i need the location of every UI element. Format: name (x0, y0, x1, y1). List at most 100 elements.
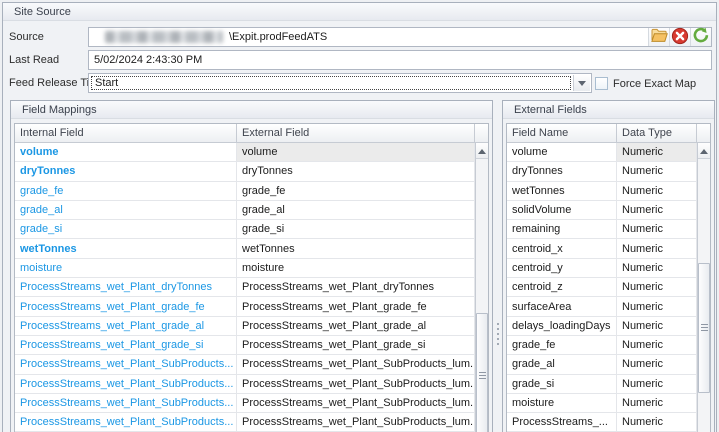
combobox-dropdown-button[interactable] (573, 75, 590, 91)
data-type-cell[interactable]: Numeric (617, 200, 697, 220)
scroll-up-button[interactable] (698, 143, 710, 159)
internal-field-cell[interactable]: dryTonnes (15, 162, 237, 181)
field-mappings-scrollbar[interactable] (475, 143, 488, 432)
data-type-cell[interactable]: Numeric (617, 181, 697, 200)
field-name-cell[interactable]: surfaceArea (507, 297, 617, 316)
external-field-cell[interactable]: grade_al (237, 200, 475, 220)
field-name-cell[interactable]: grade_al (507, 355, 617, 374)
external-field-cell[interactable]: grade_fe (237, 181, 475, 200)
scrollbar-thumb[interactable] (698, 263, 710, 393)
table-row[interactable]: ProcessStreams_wet_Plant_SubProducts... P… (15, 413, 475, 432)
column-header-external-field[interactable]: External Field (237, 124, 475, 142)
field-name-cell[interactable]: ProcessStreams_... (507, 413, 617, 432)
field-name-cell[interactable]: grade_si (507, 374, 617, 393)
field-name-cell[interactable]: grade_fe (507, 335, 617, 355)
table-row[interactable]: grade_si Numeric (507, 374, 697, 394)
internal-field-cell[interactable]: ProcessStreams_wet_Plant_SubProducts... (15, 374, 237, 393)
refresh-source-button[interactable] (690, 27, 711, 46)
internal-field-cell[interactable]: ProcessStreams_wet_Plant_SubProducts... (15, 355, 237, 374)
internal-field-cell[interactable]: grade_fe (15, 181, 237, 200)
data-type-cell[interactable]: Numeric (617, 258, 697, 278)
table-row[interactable]: grade_si grade_si (15, 220, 475, 240)
table-row[interactable]: remaining Numeric (507, 220, 697, 240)
data-type-cell[interactable]: Numeric (617, 393, 697, 413)
table-row[interactable]: wetTonnes wetTonnes (15, 239, 475, 259)
internal-field-cell[interactable]: ProcessStreams_wet_Plant_SubProducts... (15, 393, 237, 413)
field-name-cell[interactable]: delays_loadingDays (507, 316, 617, 335)
internal-field-cell[interactable]: ProcessStreams_wet_Plant_grade_si (15, 335, 237, 355)
clear-source-button[interactable] (669, 27, 690, 46)
table-row[interactable]: wetTonnes Numeric (507, 181, 697, 201)
external-fields-scrollbar[interactable] (697, 143, 710, 432)
field-name-cell[interactable]: wetTonnes (507, 181, 617, 200)
external-field-cell[interactable]: moisture (237, 258, 475, 278)
internal-field-cell[interactable]: volume (15, 143, 237, 162)
data-type-cell[interactable]: Numeric (617, 374, 697, 393)
table-row[interactable]: ProcessStreams_wet_Plant_grade_al Process… (15, 316, 475, 336)
scroll-up-button[interactable] (476, 143, 488, 159)
data-type-cell[interactable]: Numeric (617, 143, 697, 162)
table-row[interactable]: ProcessStreams_... Numeric (507, 413, 697, 432)
internal-field-cell[interactable]: moisture (15, 258, 237, 278)
external-field-cell[interactable]: ProcessStreams_wet_Plant_grade_al (237, 316, 475, 335)
data-type-cell[interactable]: Numeric (617, 335, 697, 355)
table-row[interactable]: dryTonnes dryTonnes (15, 162, 475, 182)
internal-field-cell[interactable]: wetTonnes (15, 239, 237, 258)
scrollbar-thumb[interactable] (476, 313, 488, 432)
external-field-cell[interactable]: ProcessStreams_wet_Plant_SubProducts_lum… (237, 393, 475, 413)
external-field-cell[interactable]: ProcessStreams_wet_Plant_grade_fe (237, 297, 475, 316)
table-row[interactable]: ProcessStreams_wet_Plant_grade_fe Process… (15, 297, 475, 317)
data-type-cell[interactable]: Numeric (617, 297, 697, 316)
data-type-cell[interactable]: Numeric (617, 220, 697, 239)
column-header-data-type[interactable]: Data Type (617, 124, 697, 142)
field-name-cell[interactable]: centroid_y (507, 258, 617, 278)
data-type-cell[interactable]: Numeric (617, 239, 697, 258)
external-field-cell[interactable]: dryTonnes (237, 162, 475, 181)
field-name-cell[interactable]: dryTonnes (507, 162, 617, 181)
external-field-cell[interactable]: ProcessStreams_wet_Plant_dryTonnes (237, 278, 475, 297)
field-name-cell[interactable]: moisture (507, 393, 617, 413)
internal-field-cell[interactable]: ProcessStreams_wet_Plant_grade_al (15, 316, 237, 335)
field-name-cell[interactable]: centroid_x (507, 239, 617, 258)
data-type-cell[interactable]: Numeric (617, 278, 697, 297)
internal-field-cell[interactable]: ProcessStreams_wet_Plant_grade_fe (15, 297, 237, 316)
table-row[interactable]: ProcessStreams_wet_Plant_SubProducts... P… (15, 393, 475, 414)
table-row[interactable]: centroid_x Numeric (507, 239, 697, 259)
internal-field-cell[interactable]: grade_al (15, 200, 237, 220)
feed-release-time-combobox[interactable]: Start (88, 73, 592, 93)
table-row[interactable]: moisture Numeric (507, 393, 697, 414)
table-row[interactable]: moisture moisture (15, 258, 475, 279)
internal-field-cell[interactable]: ProcessStreams_wet_Plant_dryTonnes (15, 278, 237, 297)
data-type-cell[interactable]: Numeric (617, 162, 697, 181)
data-type-cell[interactable]: Numeric (617, 316, 697, 335)
table-row[interactable]: grade_al Numeric (507, 355, 697, 375)
external-field-cell[interactable]: ProcessStreams_wet_Plant_SubProducts_lum… (237, 413, 475, 432)
open-folder-button[interactable] (648, 28, 669, 46)
force-exact-map-checkbox[interactable] (595, 77, 608, 90)
external-field-cell[interactable]: ProcessStreams_wet_Plant_SubProducts_lum… (237, 374, 475, 393)
internal-field-cell[interactable]: ProcessStreams_wet_Plant_SubProducts... (15, 413, 237, 432)
table-row[interactable]: delays_loadingDays Numeric (507, 316, 697, 336)
table-row[interactable]: grade_fe Numeric (507, 335, 697, 356)
table-row[interactable]: solidVolume Numeric (507, 200, 697, 221)
table-row[interactable]: centroid_y Numeric (507, 258, 697, 279)
table-row[interactable]: dryTonnes Numeric (507, 162, 697, 182)
internal-field-cell[interactable]: grade_si (15, 220, 237, 239)
column-header-field-name[interactable]: Field Name (507, 124, 617, 142)
field-name-cell[interactable]: volume (507, 143, 617, 162)
table-row[interactable]: grade_fe grade_fe (15, 181, 475, 201)
source-field[interactable]: \Expit.prodFeedATS (88, 27, 712, 47)
external-field-cell[interactable]: ProcessStreams_wet_Plant_SubProducts_lum… (237, 355, 475, 374)
table-row[interactable]: centroid_z Numeric (507, 278, 697, 298)
column-header-internal-field[interactable]: Internal Field (15, 124, 237, 142)
field-name-cell[interactable]: centroid_z (507, 278, 617, 297)
data-type-cell[interactable]: Numeric (617, 413, 697, 432)
table-row[interactable]: ProcessStreams_wet_Plant_dryTonnes Proces… (15, 278, 475, 298)
table-row[interactable]: surfaceArea Numeric (507, 297, 697, 317)
table-row[interactable]: ProcessStreams_wet_Plant_SubProducts... P… (15, 374, 475, 394)
panel-splitter[interactable] (494, 323, 501, 363)
field-name-cell[interactable]: solidVolume (507, 200, 617, 220)
table-row[interactable]: grade_al grade_al (15, 200, 475, 221)
external-field-cell[interactable]: wetTonnes (237, 239, 475, 258)
last-read-field[interactable]: 5/02/2024 2:43:30 PM (88, 50, 712, 70)
